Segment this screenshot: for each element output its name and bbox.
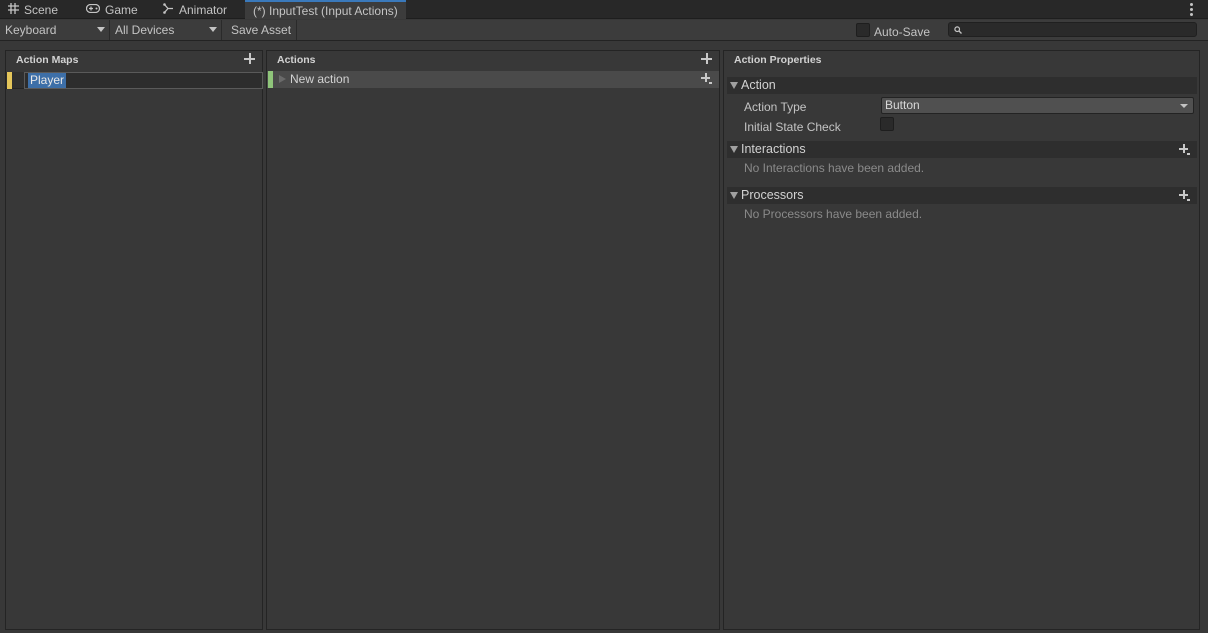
action-section-header[interactable]: Action <box>727 77 1197 94</box>
action-properties-header: Action Properties <box>724 51 1199 69</box>
action-properties-panel: Action Properties Action Action Type But… <box>723 50 1200 630</box>
animator-icon <box>163 2 174 17</box>
tab-label: Game <box>105 2 138 17</box>
actions-title: Actions <box>277 54 316 66</box>
initial-state-check-label: Initial State Check <box>744 120 841 134</box>
add-processor-icon[interactable] <box>1179 190 1190 201</box>
list-item-new-action[interactable]: New action <box>267 71 719 88</box>
auto-save-toggle[interactable]: Auto-Save <box>856 21 930 39</box>
action-type-row: Action Type Button <box>724 96 1199 116</box>
add-binding-icon[interactable] <box>701 73 712 84</box>
expand-arrow-icon[interactable] <box>279 75 286 83</box>
more-options-icon[interactable] <box>1184 2 1198 16</box>
processors-section-label: Processors <box>741 188 804 202</box>
tab-game[interactable]: Game <box>85 0 138 19</box>
tab-label: (*) InputTest (Input Actions) <box>253 3 398 18</box>
action-properties-title: Action Properties <box>734 54 822 66</box>
grid-icon <box>8 2 19 17</box>
devices-value: All Devices <box>115 23 175 37</box>
initial-state-check-row: Initial State Check <box>724 116 1199 136</box>
add-action-map-icon[interactable] <box>244 53 255 64</box>
search-icon <box>954 22 962 36</box>
collapse-arrow-icon[interactable] <box>730 192 738 199</box>
add-interaction-icon[interactable] <box>1179 144 1190 155</box>
action-type-value: Button <box>885 98 920 112</box>
action-map-label[interactable]: Player <box>28 73 67 88</box>
interactions-empty-message: No Interactions have been added. <box>724 158 1199 178</box>
actions-panel: Actions New action <box>266 50 720 630</box>
editor-toolbar: Keyboard All Devices Save Asset Auto-Sav… <box>0 20 1208 41</box>
action-section-label: Action <box>741 78 776 92</box>
auto-save-label: Auto-Save <box>874 24 931 39</box>
control-scheme-value: Keyboard <box>5 23 57 37</box>
tab-animator[interactable]: Animator <box>163 0 227 19</box>
devices-dropdown[interactable]: All Devices <box>110 20 222 40</box>
processors-empty-text: No Processors have been added. <box>744 207 923 221</box>
search-input[interactable] <box>948 22 1197 37</box>
gamepad-icon <box>85 3 101 16</box>
action-maps-header: Action Maps <box>6 51 262 69</box>
collapse-arrow-icon[interactable] <box>730 146 738 153</box>
processors-empty-message: No Processors have been added. <box>724 204 1199 224</box>
action-type-label: Action Type <box>744 100 807 114</box>
action-maps-title: Action Maps <box>16 54 79 66</box>
action-label: New action <box>290 72 350 86</box>
add-action-icon[interactable] <box>701 53 712 64</box>
action-map-color-marker <box>7 72 12 89</box>
action-maps-panel: Action Maps Player <box>5 50 263 630</box>
tab-label: Animator <box>179 2 228 17</box>
chevron-down-icon <box>209 27 217 32</box>
interactions-section-label: Interactions <box>741 142 806 156</box>
initial-state-check-checkbox[interactable] <box>880 117 894 131</box>
chevron-down-icon <box>1180 104 1188 108</box>
action-type-dropdown[interactable]: Button <box>881 97 1194 114</box>
tab-scene[interactable]: Scene <box>8 0 58 19</box>
chevron-down-icon <box>97 27 105 32</box>
action-color-marker <box>268 71 273 88</box>
interactions-section-header[interactable]: Interactions <box>727 141 1197 158</box>
list-item-player[interactable]: Player <box>6 72 263 89</box>
collapse-arrow-icon[interactable] <box>730 82 738 89</box>
tab-label: Scene <box>24 2 59 17</box>
tab-input-actions[interactable]: (*) InputTest (Input Actions) <box>245 0 406 19</box>
processors-section-header[interactable]: Processors <box>727 187 1197 204</box>
control-scheme-dropdown[interactable]: Keyboard <box>0 20 110 40</box>
actions-header: Actions <box>267 51 719 69</box>
save-asset-button[interactable]: Save Asset <box>226 20 298 40</box>
interactions-empty-text: No Interactions have been added. <box>744 161 925 175</box>
auto-save-checkbox[interactable] <box>856 23 870 37</box>
window-tab-bar: Scene Game Animator (*) InputTest (Input… <box>0 0 1208 19</box>
